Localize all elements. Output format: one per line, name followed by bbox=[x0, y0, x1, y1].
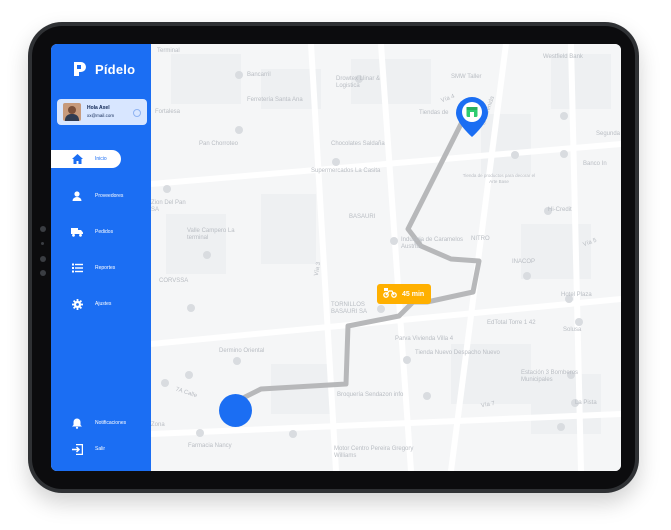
sidebar-item-proveedores[interactable]: Proveedores bbox=[51, 187, 151, 205]
map-label: Bancarril bbox=[247, 72, 271, 78]
sidebar: Pídelo Hola Axel xx@mail.com Inicio Prov… bbox=[51, 44, 151, 471]
eta-text: 45 min bbox=[402, 290, 425, 298]
sidebar-item-label: Notificaciones bbox=[95, 420, 127, 426]
logout-icon bbox=[71, 443, 83, 455]
sidebar-item-label: Inicio bbox=[95, 156, 107, 162]
map-label: Segunda bbox=[596, 131, 621, 137]
camera-icon bbox=[41, 242, 44, 245]
map-label: Tienda Nuevo Despacho Nuevo bbox=[415, 350, 500, 356]
map-label: Zion Del Pan SA bbox=[151, 200, 186, 213]
avatar bbox=[63, 103, 81, 121]
map-label: Industria de Caramelos Austrias bbox=[401, 237, 464, 250]
user-card[interactable]: Hola Axel xx@mail.com bbox=[57, 99, 147, 125]
sidebar-item-inicio[interactable]: Inicio bbox=[51, 150, 151, 168]
user-email: xx@mail.com bbox=[87, 113, 115, 118]
brand-name: Pídelo bbox=[95, 61, 136, 77]
map-label: Motor Centro Pereira Gregory Williams bbox=[334, 446, 414, 459]
sidebar-item-label: Salir bbox=[95, 446, 106, 452]
map-label: EdTotal Torre 1 42 bbox=[487, 320, 536, 326]
map-label: Drowtex Llinar & Logistica bbox=[336, 76, 381, 89]
origin-marker[interactable] bbox=[219, 394, 252, 427]
map-label: Terminal bbox=[157, 48, 180, 54]
side-button-icon bbox=[40, 226, 46, 232]
map-label: Solusa bbox=[563, 327, 582, 333]
map-label: TORNILLOS BASAURI SA bbox=[331, 302, 368, 315]
sidebar-item-reportes[interactable]: Reportes bbox=[51, 259, 151, 277]
home-icon bbox=[71, 153, 83, 165]
map-label: Ferretería Santa Ana bbox=[247, 97, 303, 103]
map-label: CORVSSA bbox=[159, 278, 189, 284]
map-label: Estación 3 Bomberos Municipales bbox=[521, 370, 579, 383]
map-label: Westfield Bank bbox=[543, 54, 583, 60]
user-icon bbox=[71, 190, 83, 202]
gear-icon bbox=[71, 298, 83, 310]
app-screen: Pídelo Hola Axel xx@mail.com Inicio Prov… bbox=[51, 44, 621, 471]
sidebar-item-ajustes[interactable]: Ajustes bbox=[51, 295, 151, 313]
delivery-motorbike-icon bbox=[383, 285, 397, 303]
map-label: Tienda de productos para decorar el Arte… bbox=[462, 173, 536, 184]
map-label: Broquería Sendazon info bbox=[337, 392, 404, 398]
user-info: Hola Axel xx@mail.com bbox=[87, 105, 114, 119]
sidebar-item-label: Pedidos bbox=[95, 229, 114, 235]
user-name: Hola Axel bbox=[87, 105, 110, 111]
map-label: SMW Taller bbox=[451, 74, 482, 80]
map-label: Fortalesa bbox=[155, 109, 181, 115]
sidebar-item-pedidos[interactable]: Pedidos bbox=[51, 223, 151, 241]
sidebar-item-label: Proveedores bbox=[95, 193, 124, 199]
map-label: Pan Chorroteo bbox=[199, 141, 239, 147]
eta-badge[interactable]: 45 min bbox=[377, 284, 431, 304]
map-label: Hi-Credit bbox=[548, 207, 572, 213]
map-label: Farmacia Nancy bbox=[188, 443, 232, 449]
truck-icon bbox=[71, 226, 83, 238]
map-label: Tiendas de bbox=[419, 110, 449, 116]
brand[interactable]: Pídelo bbox=[73, 61, 135, 77]
map-label: La Pista bbox=[575, 400, 597, 406]
map-label: NITRO bbox=[471, 236, 490, 242]
bell-icon bbox=[71, 417, 83, 429]
sidebar-item-label: Reportes bbox=[95, 265, 116, 271]
side-button-icon bbox=[40, 256, 46, 262]
sidebar-item-salir[interactable]: Salir bbox=[51, 440, 151, 458]
map-label: Valle Campero La terminal bbox=[187, 228, 235, 241]
map[interactable]: Terminal Bancarril Drowtex Llinar & Logi… bbox=[151, 44, 621, 471]
side-button-icon bbox=[40, 270, 46, 276]
map-label: Dermino Oriental bbox=[219, 348, 265, 354]
list-icon bbox=[71, 262, 83, 274]
destination-pin-icon[interactable] bbox=[455, 96, 489, 143]
sidebar-item-label: Ajustes bbox=[95, 301, 112, 307]
map-label: Chocolates Saldaña bbox=[331, 141, 385, 147]
logo-icon bbox=[74, 62, 86, 76]
map-label: Banco In bbox=[583, 161, 607, 167]
active-indicator bbox=[51, 150, 121, 168]
map-label: Zona bbox=[151, 422, 165, 428]
map-label: Hotel Plaza bbox=[561, 292, 592, 298]
map-label: INACOP bbox=[512, 259, 536, 265]
map-label: Parva Vivienda Villa 4 bbox=[395, 336, 454, 342]
sidebar-item-notificaciones[interactable]: Notificaciones bbox=[51, 414, 151, 432]
map-label: Supermercados La Casita bbox=[311, 168, 381, 174]
map-label: BASAURI bbox=[349, 214, 376, 220]
user-settings-icon[interactable] bbox=[133, 109, 141, 117]
